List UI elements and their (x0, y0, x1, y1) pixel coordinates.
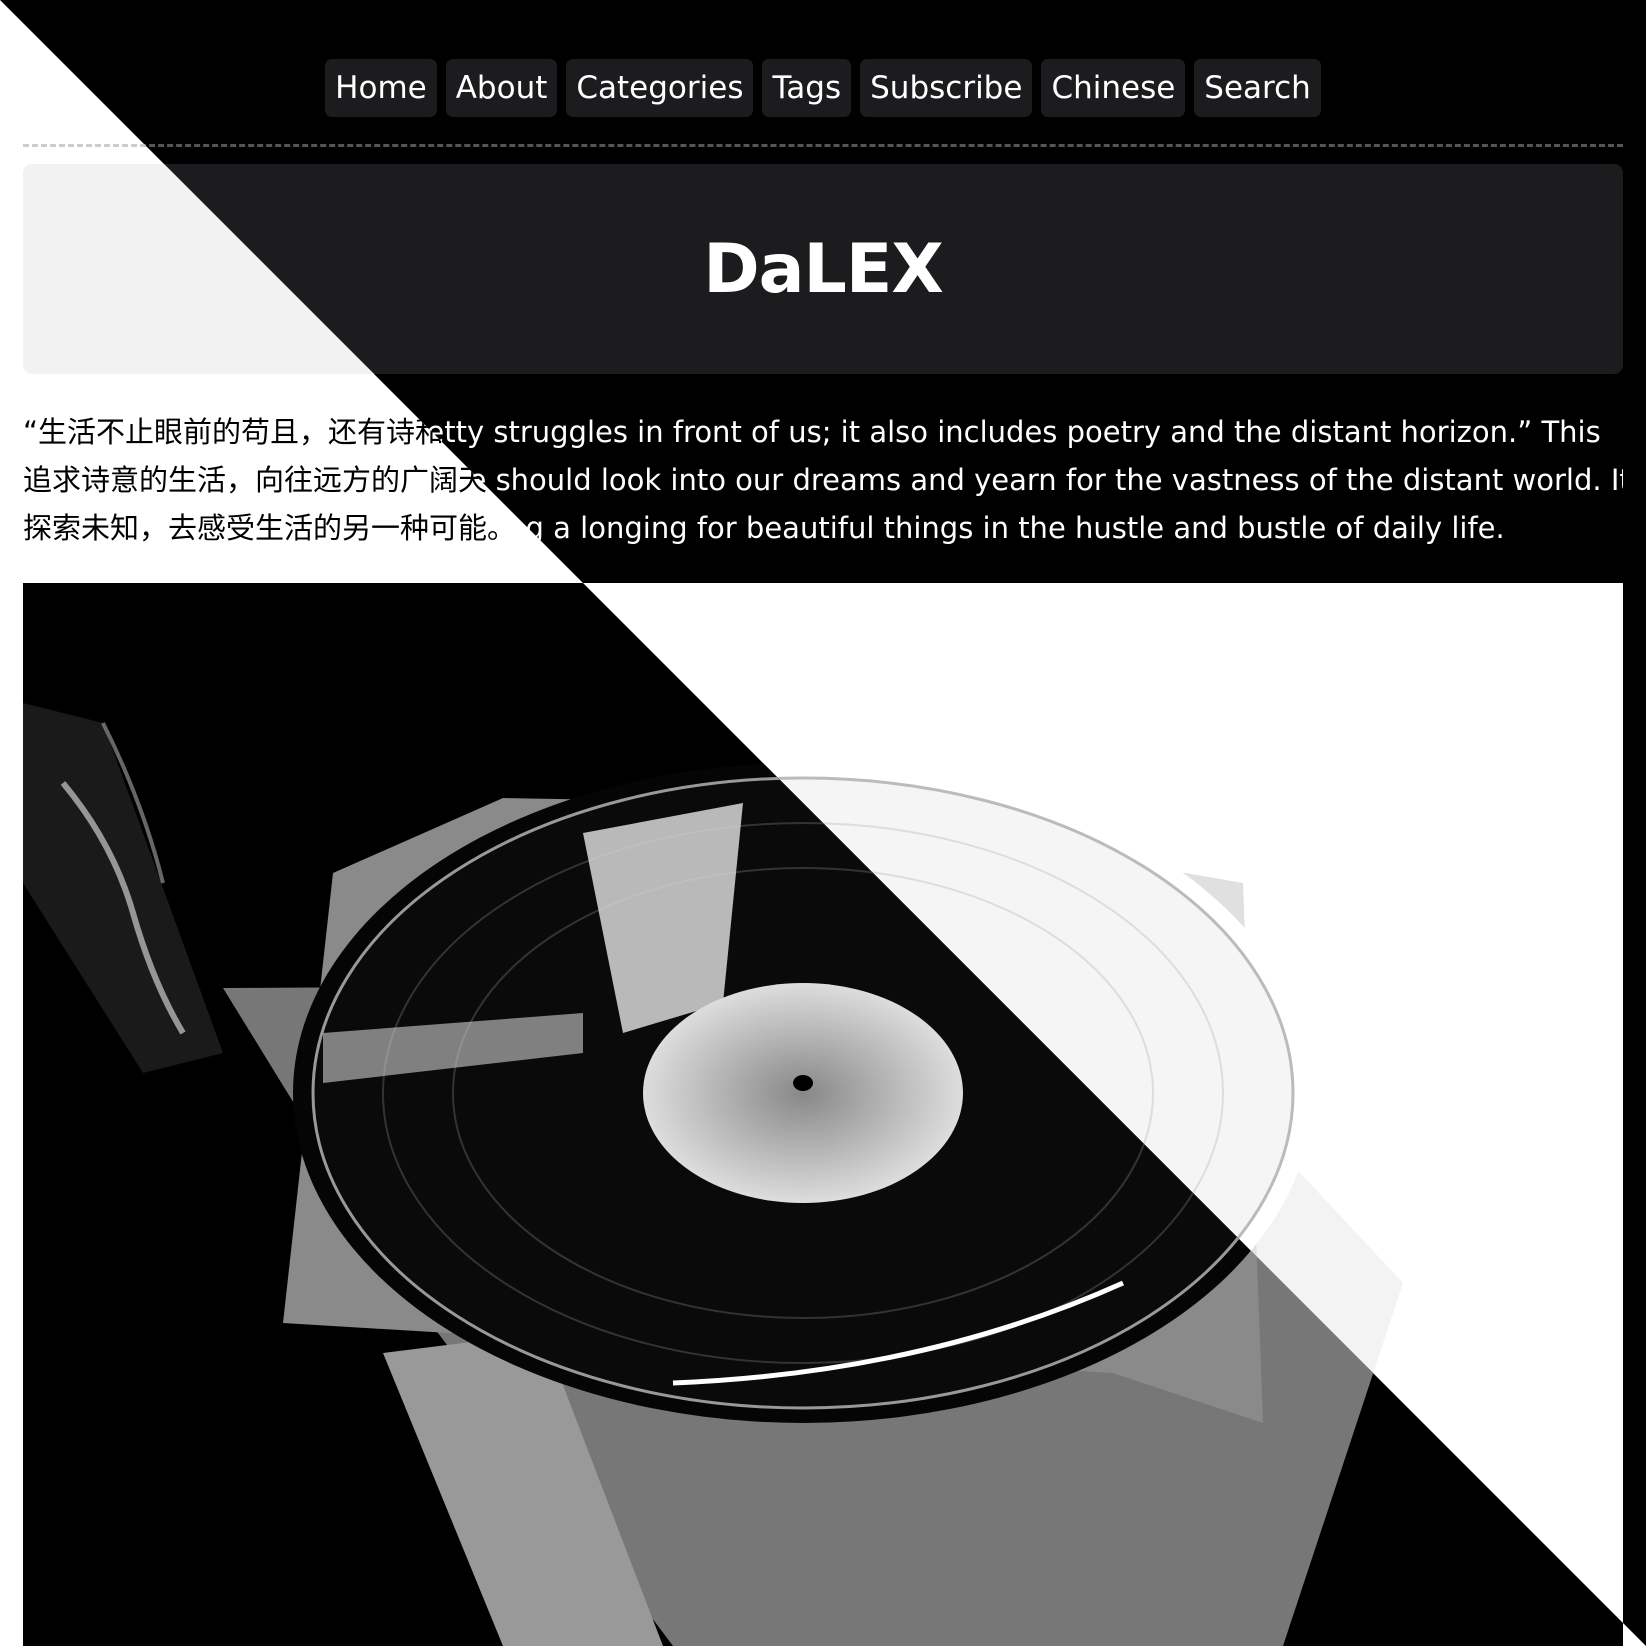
nav-divider (23, 144, 1623, 147)
nav-subscribe[interactable]: Subscribe (860, 59, 1033, 117)
nav-home[interactable]: Home (325, 59, 437, 117)
page: Home About Categories Tags Subscribe Chi… (0, 0, 1646, 1646)
main-nav: Home About Categories Tags Subscribe Chi… (0, 59, 1646, 117)
nav-about[interactable]: About (445, 59, 558, 117)
nav-search[interactable]: Search (1194, 59, 1321, 117)
nav-chinese[interactable]: Chinese (1041, 59, 1186, 117)
site-title[interactable]: DaLEX (703, 230, 944, 309)
nav-tags[interactable]: Tags (762, 59, 852, 117)
nav-categories[interactable]: Categories (566, 59, 754, 117)
